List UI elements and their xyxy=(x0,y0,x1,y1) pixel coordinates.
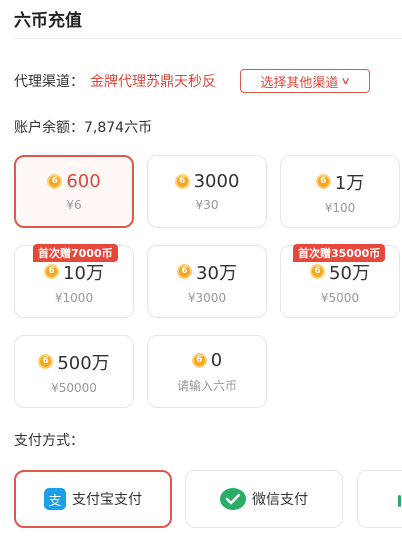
coin-icon: 6 xyxy=(38,354,54,369)
package-tile-30wan[interactable]: 6 30万 ¥3000 xyxy=(147,245,267,318)
agent-name: 金牌代理苏鼎天秒反 xyxy=(90,74,216,90)
package-amount: 10万 xyxy=(63,262,104,284)
chevron-down-icon: ∨ xyxy=(340,75,352,87)
coin-icon: 6 xyxy=(191,352,207,368)
switch-channel-button[interactable]: 选择其他渠道 ∨ xyxy=(240,69,370,93)
package-tile-1wan[interactable]: 6 1万 ¥100 xyxy=(280,155,400,228)
package-price: ¥30 xyxy=(195,198,219,212)
first-bonus-badge: 首次赠35000币 xyxy=(293,244,386,262)
package-amount: 50万 xyxy=(329,262,370,284)
coin-icon: 6 xyxy=(310,264,326,279)
package-tile-600[interactable]: 6 600 ¥6 xyxy=(14,155,134,228)
package-amount: 500万 xyxy=(57,352,110,374)
alipay-icon: 支 xyxy=(44,488,66,510)
package-price: ¥6 xyxy=(66,198,82,212)
wechat-icon xyxy=(220,488,246,510)
package-amount: 600 xyxy=(66,171,101,192)
package-tile-10wan[interactable]: 首次赠7000币 6 10万 ¥1000 xyxy=(14,244,134,318)
package-amount: 3000 xyxy=(193,171,240,192)
agent-label: 代理渠道： xyxy=(14,74,84,90)
package-price: ¥100 xyxy=(324,200,356,215)
more-payment-option[interactable] xyxy=(357,470,402,528)
package-tile-3000[interactable]: 6 3000 ¥30 xyxy=(147,155,267,228)
payment-icon-partial xyxy=(398,495,401,507)
package-price: ¥1000 xyxy=(54,290,94,305)
alipay-option[interactable]: 支 支付宝支付 xyxy=(14,470,172,528)
coin-icon: 6 xyxy=(177,264,193,279)
agent-row: 代理渠道： 金牌代理苏鼎天秒反 xyxy=(14,69,216,93)
custom-amount-value: 0 xyxy=(210,349,223,371)
alipay-label: 支付宝支付 xyxy=(72,492,142,508)
package-amount: 30万 xyxy=(196,262,237,284)
switch-channel-label: 选择其他渠道 xyxy=(260,75,339,91)
coin-icon: 6 xyxy=(47,174,63,189)
coin-icon: 6 xyxy=(44,264,60,279)
custom-amount-placeholder: 请输入六币 xyxy=(176,378,237,393)
page-title: 六币充值 xyxy=(14,11,82,31)
package-price: ¥5000 xyxy=(320,290,360,305)
coin-icon: 6 xyxy=(315,174,331,189)
account-balance: 账户余额：7,874六币 xyxy=(14,120,153,136)
package-amount: 1万 xyxy=(334,172,365,194)
payment-method-label: 支付方式： xyxy=(14,433,84,449)
first-bonus-badge: 首次赠7000币 xyxy=(33,244,118,262)
header-divider xyxy=(14,38,402,39)
coin-icon: 6 xyxy=(174,174,190,189)
wechat-pay-option[interactable]: 微信支付 xyxy=(185,470,343,528)
package-price: ¥50000 xyxy=(51,380,97,395)
package-tile-custom[interactable]: 60 请输入六币 xyxy=(147,335,267,408)
package-price: ¥3000 xyxy=(187,290,227,305)
wechat-pay-label: 微信支付 xyxy=(252,492,308,508)
package-tile-50wan[interactable]: 首次赠35000币 6 50万 ¥5000 xyxy=(280,244,400,318)
package-tile-500wan[interactable]: 6 500万 ¥50000 xyxy=(14,335,134,408)
